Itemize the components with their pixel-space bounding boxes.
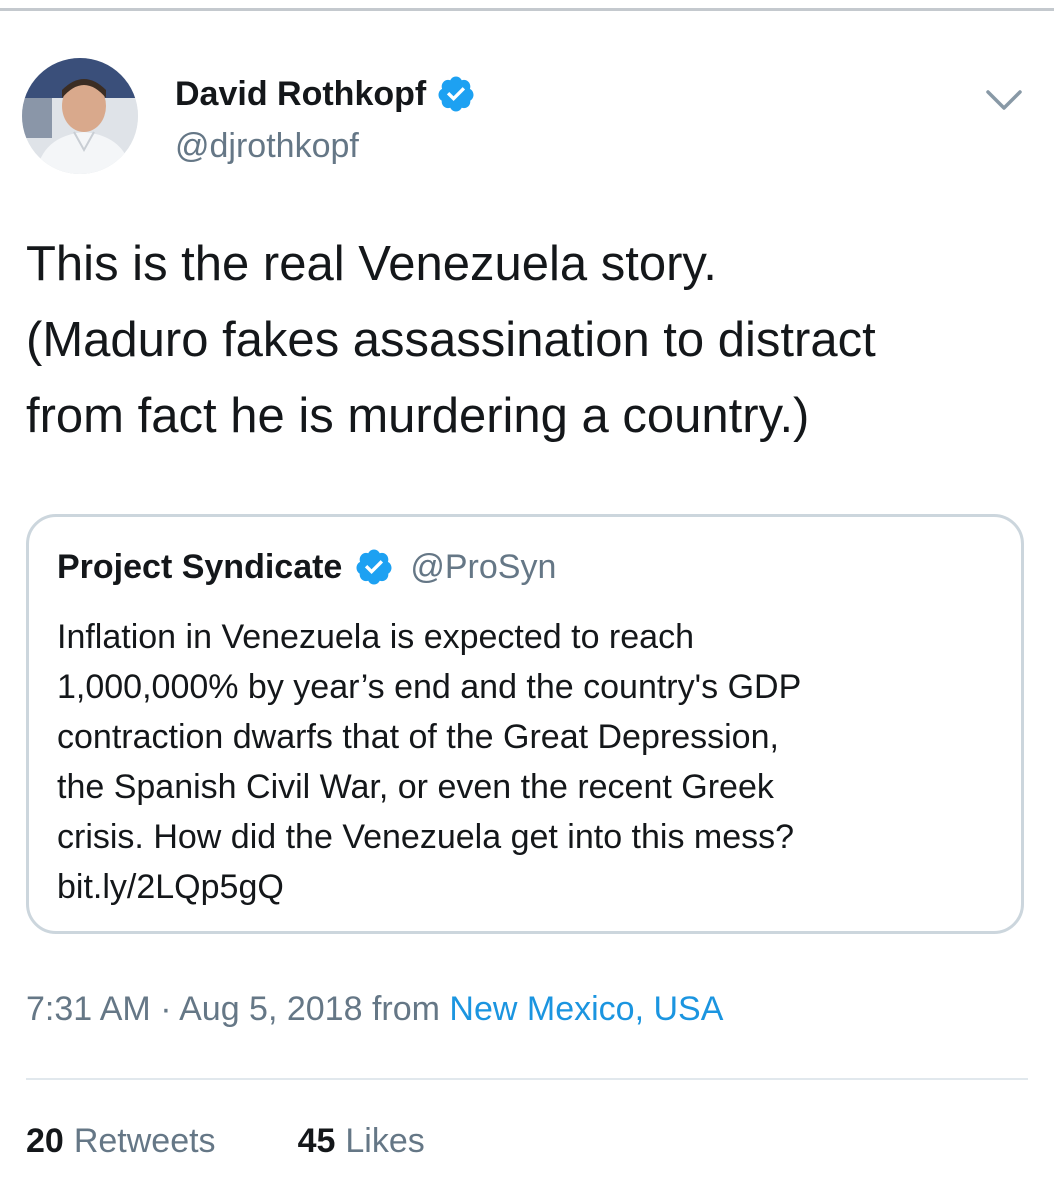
- stats-divider: [26, 1078, 1028, 1080]
- quoted-text-line: contraction dwarfs that of the Great Dep…: [57, 718, 779, 756]
- retweets-count: 20: [26, 1122, 64, 1160]
- avatar[interactable]: [22, 58, 138, 174]
- likes-label: Likes: [345, 1122, 425, 1160]
- verified-badge-icon: [354, 547, 394, 587]
- quoted-tweet-header: Project Syndicate @ProSyn: [57, 547, 556, 587]
- quoted-author-name: Project Syndicate: [57, 547, 343, 586]
- top-divider: [0, 8, 1054, 11]
- quoted-link[interactable]: bit.ly/2LQp5gQ: [57, 862, 801, 912]
- quoted-text-line: crisis. How did the Venezuela get into t…: [57, 818, 795, 856]
- quoted-tweet-card[interactable]: Project Syndicate @ProSyn Inflation in V…: [26, 514, 1024, 934]
- tweet-text-line: This is the real Venezuela story.: [26, 237, 717, 291]
- tweet-text-line: from fact he is murdering a country.): [26, 389, 810, 443]
- author-handle[interactable]: @djrothkopf: [175, 127, 359, 166]
- quoted-tweet-text: Inflation in Venezuela is expected to re…: [57, 612, 801, 912]
- retweets-stat[interactable]: 20 Retweets: [26, 1122, 216, 1161]
- likes-stat[interactable]: 45 Likes: [298, 1122, 425, 1161]
- tweet-time[interactable]: 7:31 AM: [26, 990, 151, 1028]
- quoted-text-line: Inflation in Venezuela is expected to re…: [57, 618, 694, 656]
- quoted-author-handle: @ProSyn: [410, 547, 557, 586]
- from-label: from: [371, 990, 440, 1028]
- avatar-image: [22, 58, 138, 174]
- author-display-name[interactable]: David Rothkopf: [175, 75, 426, 114]
- chevron-down-icon[interactable]: [978, 80, 1030, 120]
- author-name-row[interactable]: David Rothkopf: [175, 74, 476, 114]
- quoted-text-line: 1,000,000% by year’s end and the country…: [57, 668, 802, 706]
- tweet-text-line: (Maduro fakes assassination to distract: [26, 313, 876, 367]
- verified-badge-icon: [436, 74, 476, 114]
- quoted-text-line: the Spanish Civil War, or even the recen…: [57, 768, 774, 806]
- tweet-date[interactable]: Aug 5, 2018: [179, 990, 362, 1028]
- tweet-meta: 7:31 AM · Aug 5, 2018 from New Mexico, U…: [26, 990, 723, 1029]
- likes-count: 45: [297, 1122, 336, 1160]
- location-link[interactable]: New Mexico, USA: [449, 990, 723, 1028]
- tweet-text: This is the real Venezuela story. (Madur…: [26, 226, 1036, 454]
- tweet-stats: 20 Retweets 45 Likes: [26, 1122, 425, 1161]
- meta-separator: ·: [160, 990, 172, 1028]
- retweets-label: Retweets: [73, 1122, 216, 1160]
